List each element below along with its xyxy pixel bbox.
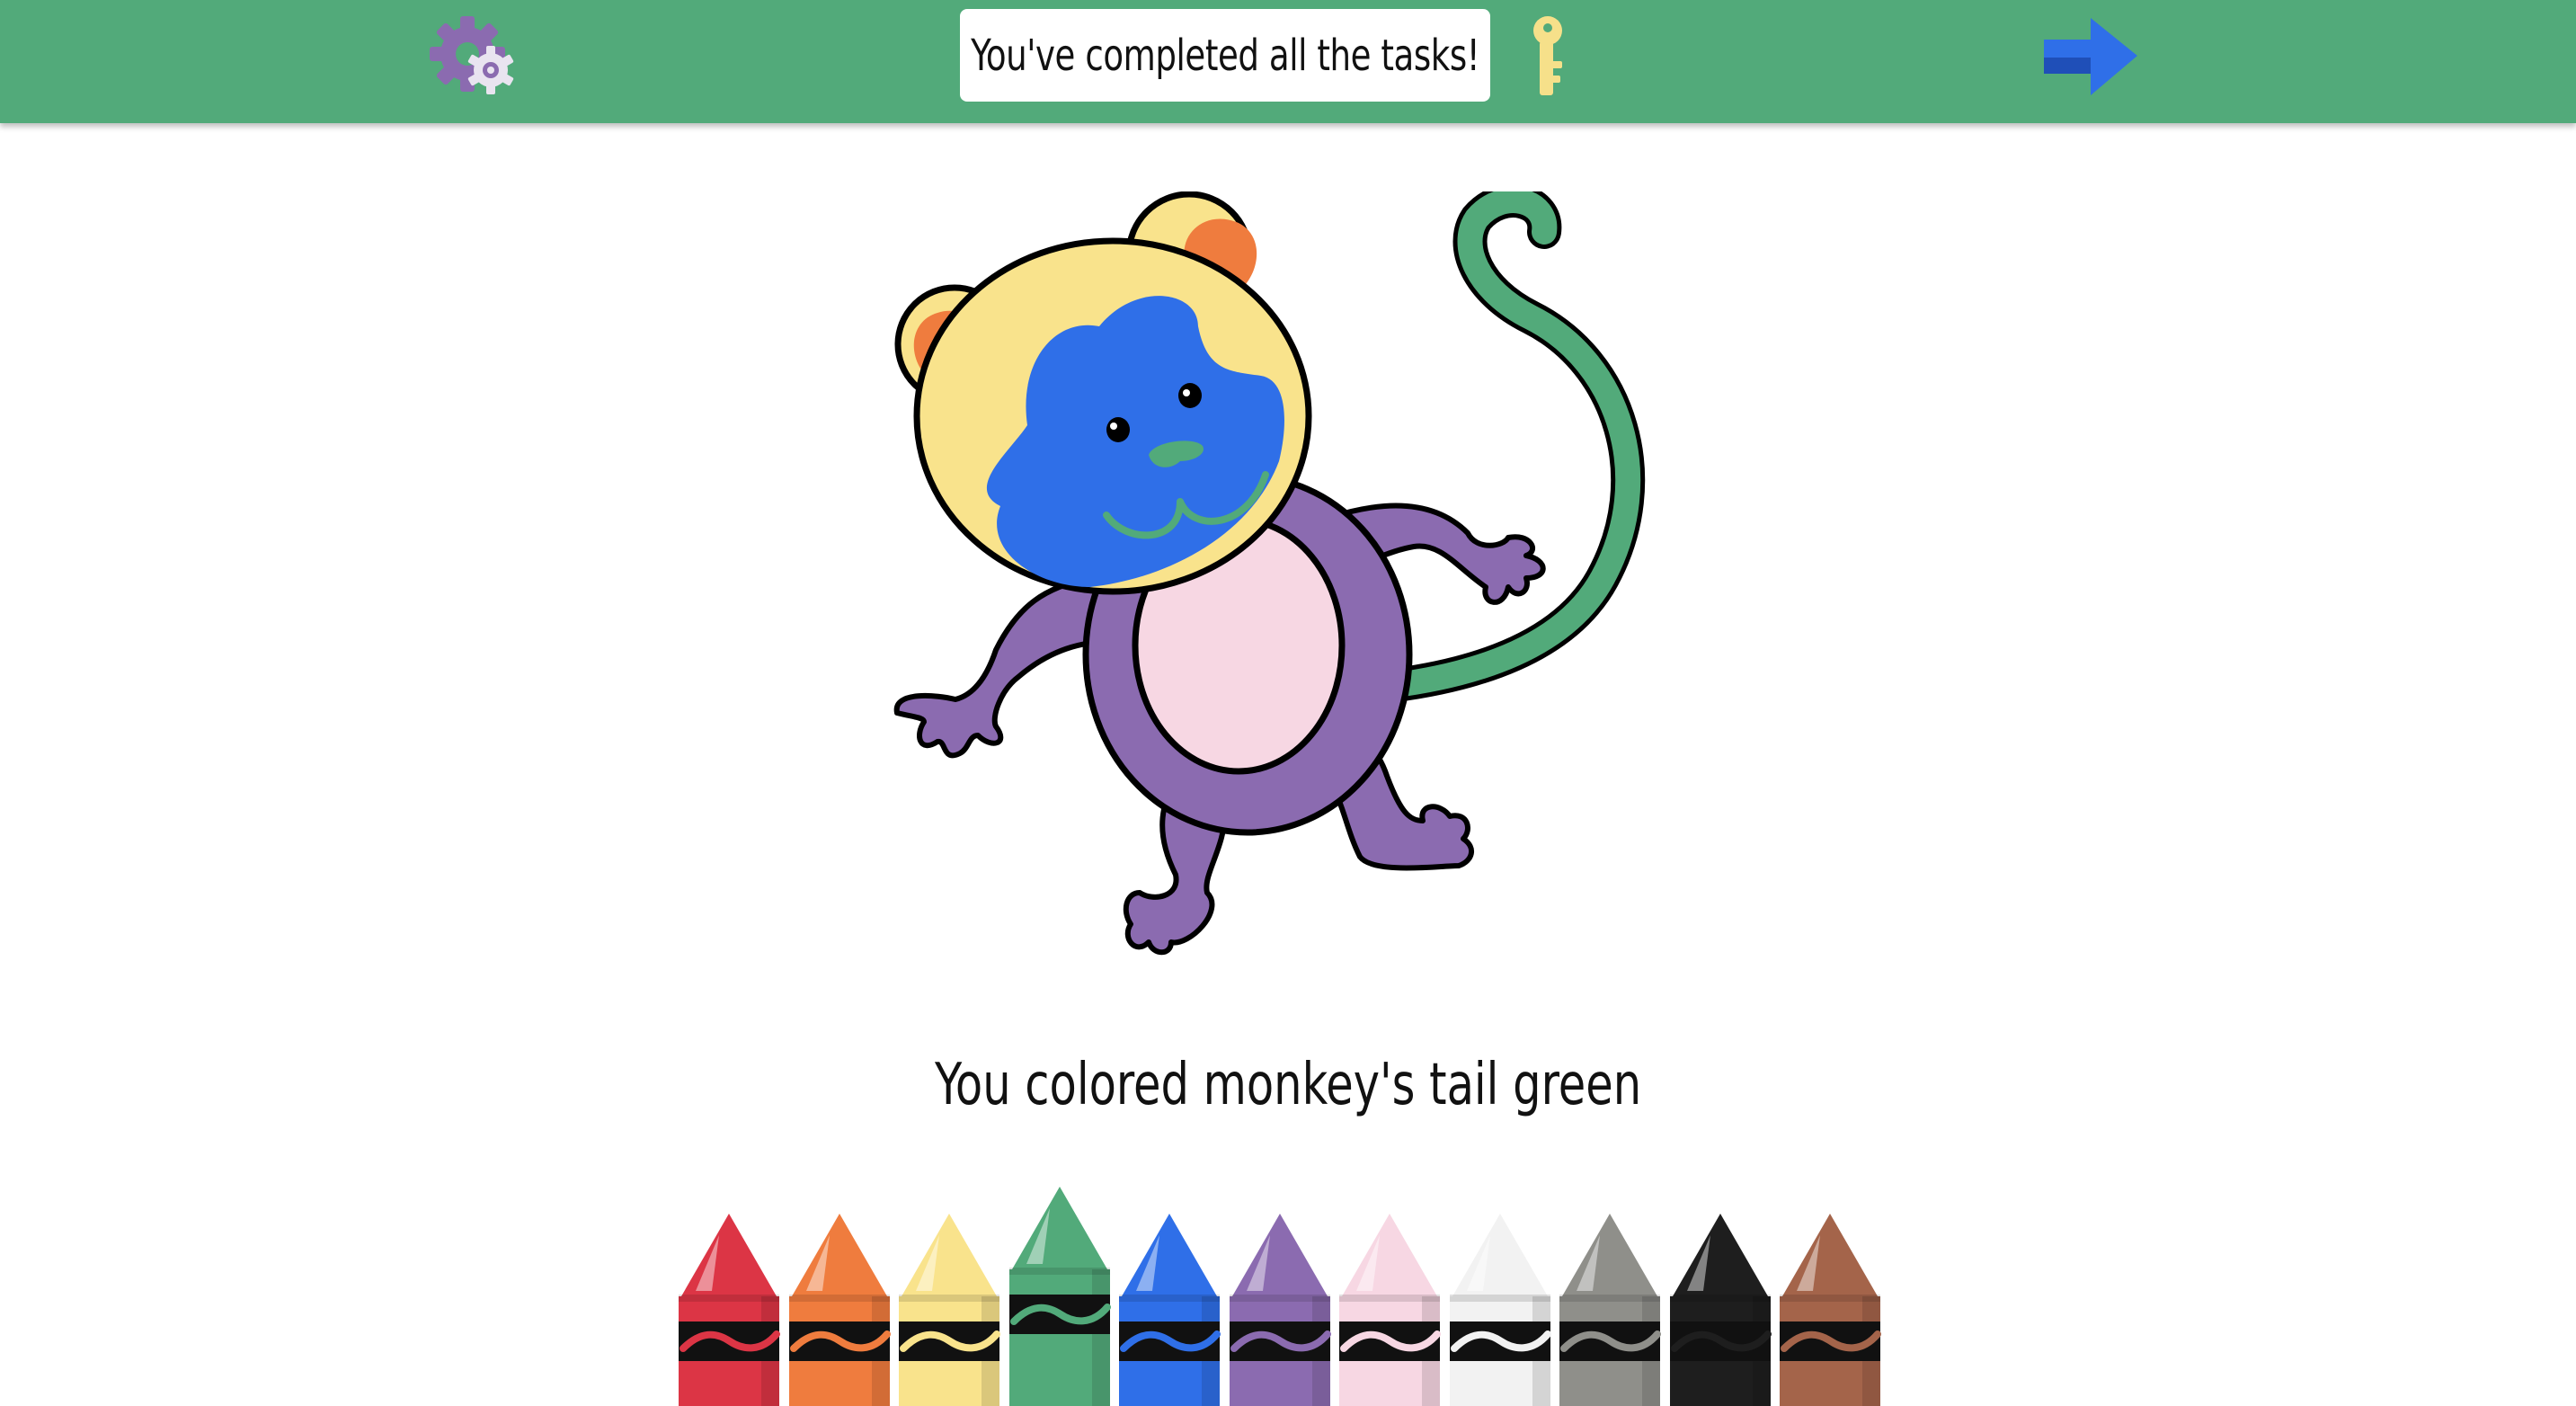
crayon-blue[interactable] xyxy=(1116,1214,1222,1406)
crayon-icon xyxy=(786,1214,891,1406)
crayon-white[interactable] xyxy=(1446,1214,1553,1406)
crayon-icon xyxy=(1446,1214,1551,1406)
crayon-gray[interactable] xyxy=(1557,1214,1663,1406)
top-bar: You've completed all the tasks! xyxy=(0,0,2576,123)
crayon-icon xyxy=(1226,1214,1331,1406)
crayon-yellow[interactable] xyxy=(896,1214,1002,1406)
crayon-icon xyxy=(1666,1214,1772,1406)
crayon-palette xyxy=(676,1187,1888,1406)
key-icon xyxy=(1526,13,1569,102)
crayon-icon xyxy=(896,1214,1000,1406)
crayon-icon xyxy=(1006,1187,1111,1406)
feedback-message-container: You colored monkey's tail green xyxy=(0,1052,2576,1118)
crayon-red[interactable] xyxy=(676,1214,782,1406)
arrow-right-icon xyxy=(2044,18,2137,95)
crayon-icon xyxy=(1337,1214,1441,1406)
crayon-brown[interactable] xyxy=(1777,1214,1883,1406)
crayon-green[interactable] xyxy=(1006,1187,1113,1406)
crayon-black[interactable] xyxy=(1666,1214,1773,1406)
crayon-pink[interactable] xyxy=(1337,1214,1443,1406)
gear-icon xyxy=(430,16,514,94)
crayon-purple[interactable] xyxy=(1226,1214,1333,1406)
crayon-icon xyxy=(1557,1214,1661,1406)
monkey-picture xyxy=(893,183,1646,956)
crayon-icon xyxy=(1116,1214,1221,1406)
settings-button[interactable] xyxy=(428,13,523,102)
status-message-box: You've completed all the tasks! xyxy=(960,9,1490,102)
status-message: You've completed all the tasks! xyxy=(970,30,1480,81)
next-button[interactable] xyxy=(2044,18,2137,95)
crayon-icon xyxy=(676,1214,780,1406)
feedback-message: You colored monkey's tail green xyxy=(934,1052,1642,1118)
crayon-icon xyxy=(1777,1214,1881,1406)
crayon-orange[interactable] xyxy=(786,1214,893,1406)
coloring-canvas[interactable] xyxy=(884,183,1674,983)
